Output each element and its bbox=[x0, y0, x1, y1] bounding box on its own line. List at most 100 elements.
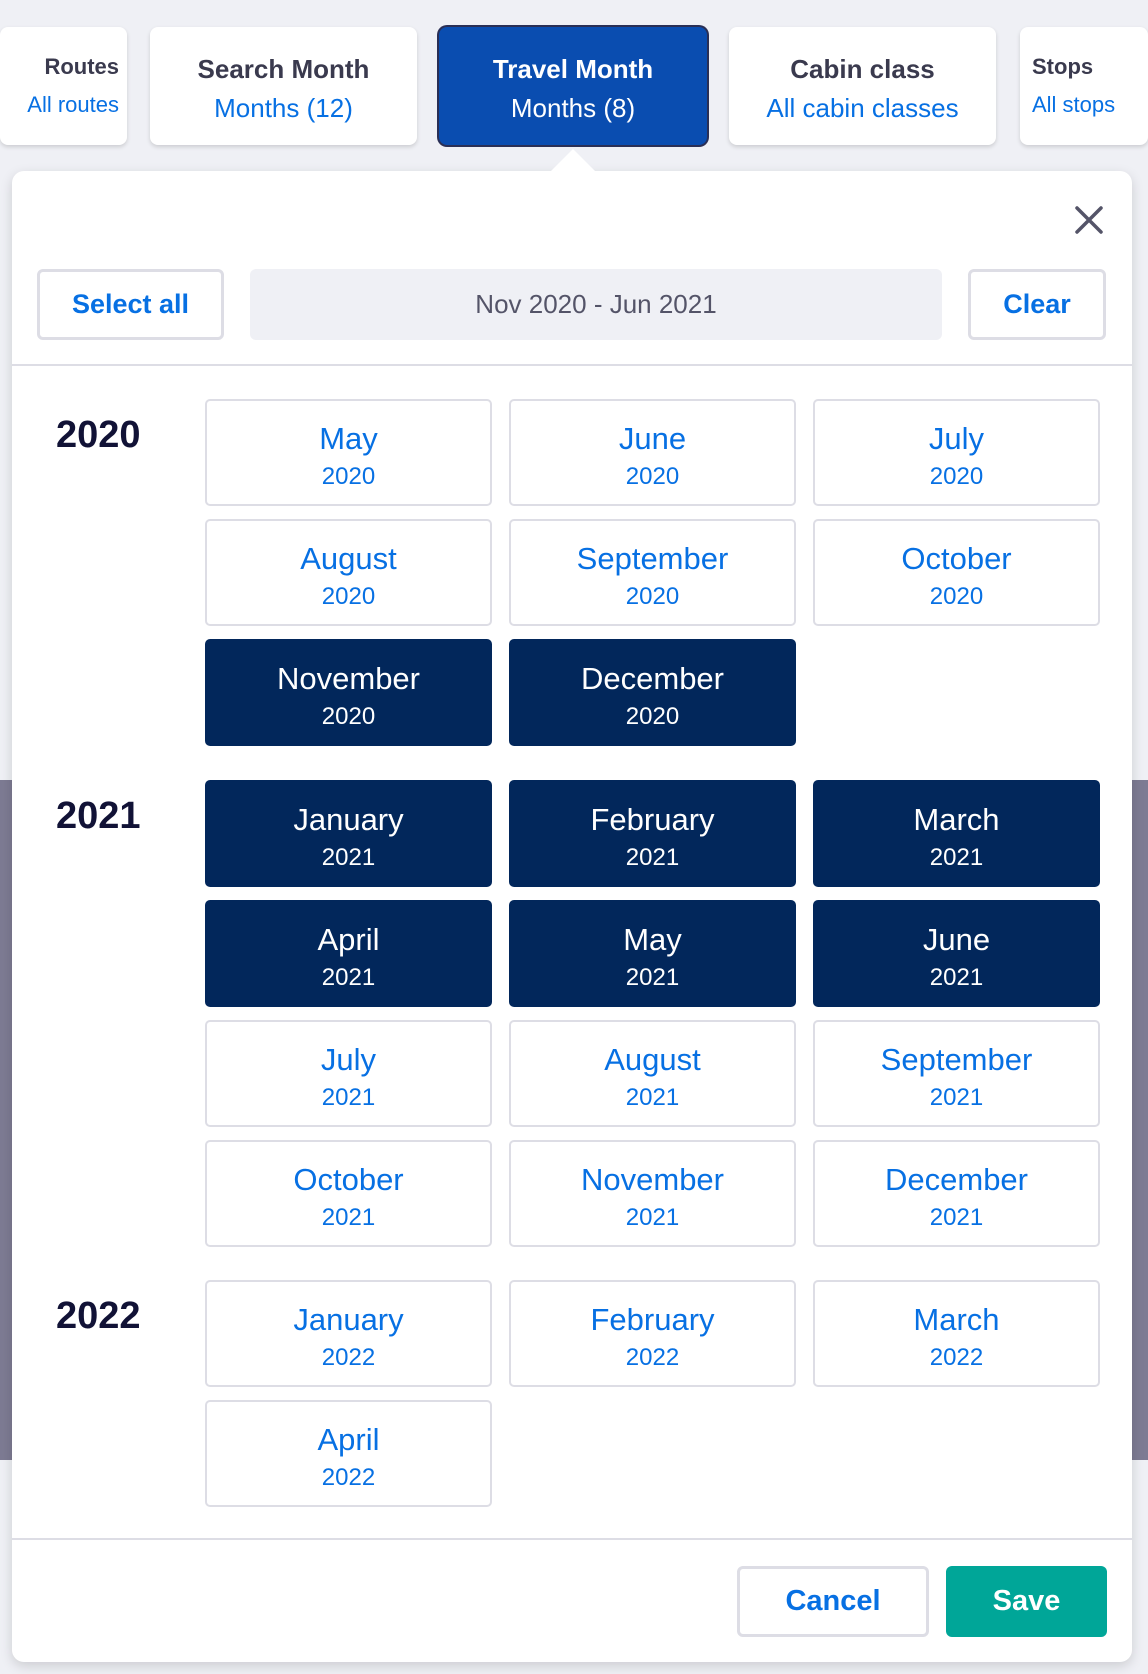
month-june-2021[interactable]: June 2021 bbox=[813, 900, 1100, 1007]
month-name: December bbox=[885, 1162, 1028, 1197]
month-january-2022[interactable]: January 2022 bbox=[205, 1280, 492, 1387]
month-year: 2022 bbox=[321, 1464, 376, 1491]
month-year: 2020 bbox=[625, 463, 680, 490]
month-may-2020[interactable]: May 2020 bbox=[205, 399, 492, 506]
month-name: February bbox=[590, 802, 715, 837]
month-name: March bbox=[913, 1302, 1000, 1337]
background-content bbox=[1132, 780, 1148, 1460]
month-year: 2022 bbox=[929, 1344, 984, 1371]
month-january-2021[interactable]: January 2021 bbox=[205, 780, 492, 887]
month-name: October bbox=[901, 541, 1012, 576]
month-april-2021[interactable]: April 2021 bbox=[205, 900, 492, 1007]
month-august-2021[interactable]: August 2021 bbox=[509, 1020, 796, 1127]
month-year: 2021 bbox=[929, 1084, 984, 1111]
month-name: August bbox=[604, 1042, 701, 1077]
tab-stops[interactable]: Stops All stops bbox=[1020, 27, 1148, 145]
year-heading: 2022 bbox=[56, 1295, 141, 1337]
month-year: 2020 bbox=[321, 703, 376, 730]
month-name: September bbox=[576, 541, 729, 576]
month-february-2021[interactable]: February 2021 bbox=[509, 780, 796, 887]
month-year: 2022 bbox=[321, 1344, 376, 1371]
tab-value: Months (8) bbox=[510, 93, 636, 123]
tab-title: Search Month bbox=[197, 54, 370, 84]
month-year: 2020 bbox=[625, 703, 680, 730]
month-grid: May 2020 June 2020 July 2020 August 2020 Septemb… bbox=[205, 399, 1100, 746]
month-name: October bbox=[293, 1162, 404, 1197]
close-button[interactable] bbox=[1072, 203, 1106, 237]
month-november-2020[interactable]: November 2020 bbox=[205, 639, 492, 746]
month-name: November bbox=[277, 661, 420, 696]
month-year: 2020 bbox=[321, 583, 376, 610]
tab-value: All cabin classes bbox=[766, 93, 959, 123]
select-all-button[interactable]: Select all bbox=[37, 269, 224, 340]
month-year: 2021 bbox=[625, 844, 680, 871]
month-february-2022[interactable]: February 2022 bbox=[509, 1280, 796, 1387]
month-august-2020[interactable]: August 2020 bbox=[205, 519, 492, 626]
month-july-2021[interactable]: July 2021 bbox=[205, 1020, 492, 1127]
month-year: 2021 bbox=[625, 1084, 680, 1111]
month-name: May bbox=[623, 922, 682, 957]
month-year: 2021 bbox=[321, 1084, 376, 1111]
month-year: 2021 bbox=[929, 964, 984, 991]
month-name: December bbox=[581, 661, 724, 696]
month-year: 2021 bbox=[321, 844, 376, 871]
tab-value: Months (12) bbox=[214, 93, 353, 123]
month-june-2020[interactable]: June 2020 bbox=[509, 399, 796, 506]
month-name: January bbox=[293, 1302, 404, 1337]
month-year: 2020 bbox=[625, 583, 680, 610]
month-april-2022[interactable]: April 2022 bbox=[205, 1400, 492, 1507]
month-name: July bbox=[320, 1042, 377, 1077]
month-december-2020[interactable]: December 2020 bbox=[509, 639, 796, 746]
month-name: September bbox=[880, 1042, 1033, 1077]
tab-search-month[interactable]: Search Month Months (12) bbox=[150, 27, 417, 145]
selected-range: Nov 2020 - Jun 2021 bbox=[250, 269, 942, 340]
tab-title: Cabin class bbox=[790, 54, 935, 84]
month-name: April bbox=[317, 922, 380, 957]
year-heading: 2021 bbox=[56, 795, 141, 837]
month-year: 2021 bbox=[321, 1204, 376, 1231]
month-name: June bbox=[618, 421, 687, 456]
month-year: 2020 bbox=[321, 463, 376, 490]
month-name: June bbox=[922, 922, 991, 957]
month-july-2020[interactable]: July 2020 bbox=[813, 399, 1100, 506]
month-year: 2022 bbox=[625, 1344, 680, 1371]
tab-title: Stops bbox=[1032, 54, 1094, 79]
cancel-button[interactable]: Cancel bbox=[737, 1566, 929, 1637]
month-name: January bbox=[293, 802, 404, 837]
month-name: February bbox=[590, 1302, 715, 1337]
tab-cabin-class[interactable]: Cabin class All cabin classes bbox=[729, 27, 996, 145]
month-year: 2020 bbox=[929, 463, 984, 490]
tab-travel-month[interactable]: Travel Month Months (8) bbox=[439, 27, 707, 145]
divider bbox=[12, 1538, 1132, 1540]
month-year: 2021 bbox=[625, 964, 680, 991]
month-may-2021[interactable]: May 2021 bbox=[509, 900, 796, 1007]
close-icon bbox=[1075, 206, 1103, 234]
tab-value: All stops bbox=[1032, 92, 1116, 117]
month-november-2021[interactable]: November 2021 bbox=[509, 1140, 796, 1247]
month-september-2020[interactable]: September 2020 bbox=[509, 519, 796, 626]
month-year: 2021 bbox=[321, 964, 376, 991]
month-year: 2021 bbox=[929, 1204, 984, 1231]
month-grid: January 2022 February 2022 March 2022 April 202… bbox=[205, 1280, 1100, 1507]
tab-routes[interactable]: Routes All routes bbox=[0, 27, 127, 145]
month-march-2021[interactable]: March 2021 bbox=[813, 780, 1100, 887]
month-year: 2020 bbox=[929, 583, 984, 610]
month-name: November bbox=[581, 1162, 724, 1197]
month-year: 2021 bbox=[625, 1204, 680, 1231]
month-name: May bbox=[319, 421, 378, 456]
month-october-2021[interactable]: October 2021 bbox=[205, 1140, 492, 1247]
panel-pointer bbox=[551, 149, 595, 171]
month-march-2022[interactable]: March 2022 bbox=[813, 1280, 1100, 1387]
divider bbox=[12, 364, 1132, 366]
tab-value: All routes bbox=[27, 92, 119, 117]
month-december-2021[interactable]: December 2021 bbox=[813, 1140, 1100, 1247]
tab-title: Travel Month bbox=[492, 54, 654, 84]
save-button[interactable]: Save bbox=[946, 1566, 1107, 1637]
month-september-2021[interactable]: September 2021 bbox=[813, 1020, 1100, 1127]
month-name: March bbox=[913, 802, 1000, 837]
year-heading: 2020 bbox=[56, 414, 141, 456]
clear-button[interactable]: Clear bbox=[968, 269, 1106, 340]
month-name: July bbox=[928, 421, 985, 456]
month-october-2020[interactable]: October 2020 bbox=[813, 519, 1100, 626]
month-year: 2021 bbox=[929, 844, 984, 871]
